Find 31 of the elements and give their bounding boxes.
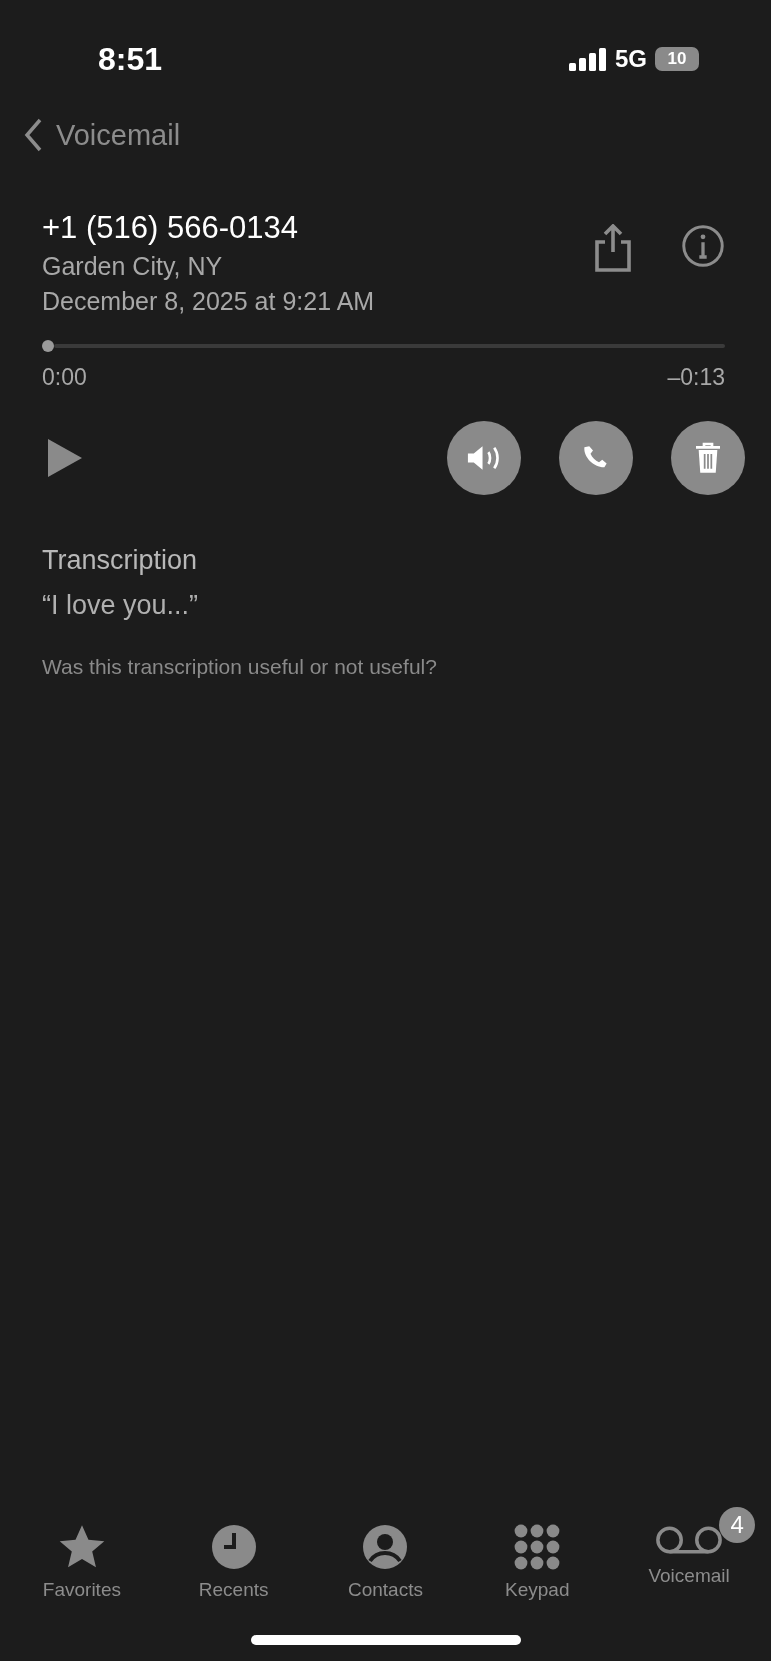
- slider-thumb[interactable]: [42, 340, 54, 352]
- network-label: 5G: [615, 45, 647, 73]
- tab-bar-item[interactable]: Contacts: [315, 1507, 456, 1601]
- status-time: 8:51: [98, 40, 163, 78]
- share-button[interactable]: [593, 224, 633, 272]
- clock-icon: [209, 1523, 258, 1571]
- phone-number: +1 (516) 566-0134: [42, 210, 299, 246]
- transcription-text: “I love you...”: [42, 590, 200, 621]
- person-icon: [361, 1523, 410, 1571]
- trash-icon: [694, 442, 722, 474]
- caller-location: Garden City, NY: [42, 252, 224, 281]
- share-icon: [593, 224, 633, 272]
- call-date: December 8, 2025 at 9:21 AM: [42, 287, 375, 316]
- tab-bar-item[interactable]: Voicemail 4: [619, 1507, 760, 1587]
- chevron-left-icon: [24, 118, 42, 152]
- elapsed-time: 0:00: [42, 364, 87, 391]
- tab-bar-item[interactable]: Recents: [163, 1507, 304, 1601]
- transcription-title: Transcription: [42, 545, 199, 576]
- count-badge: 4: [719, 1507, 756, 1543]
- battery-level: 10: [655, 47, 699, 71]
- back-label: Voicemail: [56, 118, 181, 152]
- remaining-time: –0:13: [667, 364, 725, 391]
- back-button[interactable]: Voicemail: [24, 118, 181, 152]
- info-button[interactable]: [681, 224, 725, 268]
- play-button[interactable]: [46, 437, 84, 479]
- info-icon: [681, 224, 725, 268]
- feedback-prompt: Was this transcription useful or not useful?: [42, 655, 438, 679]
- tab-bar-item[interactable]: Keypad: [467, 1507, 608, 1601]
- play-icon: [46, 437, 84, 479]
- tab-bar-item[interactable]: Favorites: [11, 1507, 152, 1601]
- signal-icon: [569, 47, 607, 71]
